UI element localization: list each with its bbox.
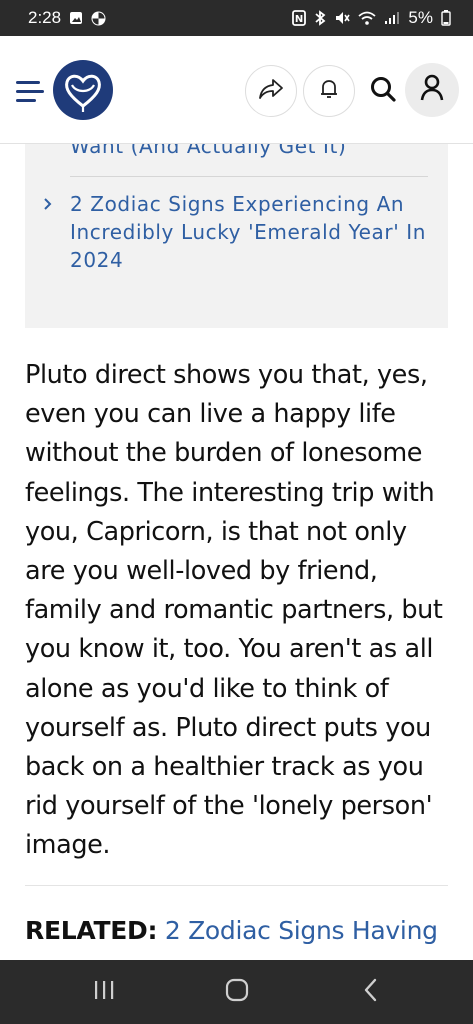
user-icon xyxy=(420,74,444,106)
recents-button[interactable] xyxy=(86,974,122,1010)
article-content: Exactly How To Manifest What You Want (A… xyxy=(0,144,473,960)
bluetooth-icon xyxy=(314,10,326,26)
article-paragraph: Pluto direct shows you that, yes, even y… xyxy=(25,360,443,861)
section-divider xyxy=(25,885,448,886)
related-inline-link[interactable]: 2 Zodiac Signs Having xyxy=(165,916,438,945)
hamburger-icon[interactable] xyxy=(16,81,44,103)
home-icon xyxy=(225,978,249,1006)
wifi-icon xyxy=(358,11,377,25)
gallery-icon xyxy=(69,11,83,25)
notifications-button[interactable] xyxy=(303,65,355,117)
battery-icon xyxy=(441,10,451,26)
share-icon xyxy=(258,78,284,104)
status-right: N 5% xyxy=(292,8,451,28)
status-time: 2:28 xyxy=(28,8,62,27)
mute-icon xyxy=(334,10,351,26)
signal-icon xyxy=(384,11,400,25)
related-label: RELATED: xyxy=(25,916,158,945)
back-icon xyxy=(363,978,379,1006)
related-divider xyxy=(70,176,428,177)
related-articles-box: Exactly How To Manifest What You Want (A… xyxy=(25,144,448,328)
user-account-button[interactable] xyxy=(405,63,459,117)
share-button[interactable] xyxy=(245,65,297,117)
related-article-link-1[interactable]: Exactly How To Manifest What You Want (A… xyxy=(25,144,448,180)
search-button[interactable] xyxy=(357,65,409,117)
recents-icon xyxy=(92,979,116,1005)
chevron-right-icon xyxy=(43,190,55,218)
search-icon xyxy=(369,75,397,107)
home-button[interactable] xyxy=(219,974,255,1010)
related-article-title-1: Exactly How To Manifest What You Want (A… xyxy=(70,144,347,158)
battery-percent: 5% xyxy=(408,8,433,27)
status-bar: 2:28 N 5% xyxy=(0,0,473,36)
status-left: 2:28 xyxy=(28,8,106,28)
site-header xyxy=(0,36,473,144)
related-article-title-2: 2 Zodiac Signs Experiencing An Incredibl… xyxy=(70,192,427,272)
svg-text:N: N xyxy=(295,14,303,25)
back-button[interactable] xyxy=(353,974,389,1010)
nfc-icon: N xyxy=(292,10,307,26)
pinwheel-icon xyxy=(91,11,106,26)
heart-logo-icon[interactable] xyxy=(52,59,114,121)
related-inline: RELATED: 2 Zodiac Signs Having xyxy=(25,912,465,950)
system-nav-bar xyxy=(0,960,473,1024)
bell-icon xyxy=(319,78,339,104)
